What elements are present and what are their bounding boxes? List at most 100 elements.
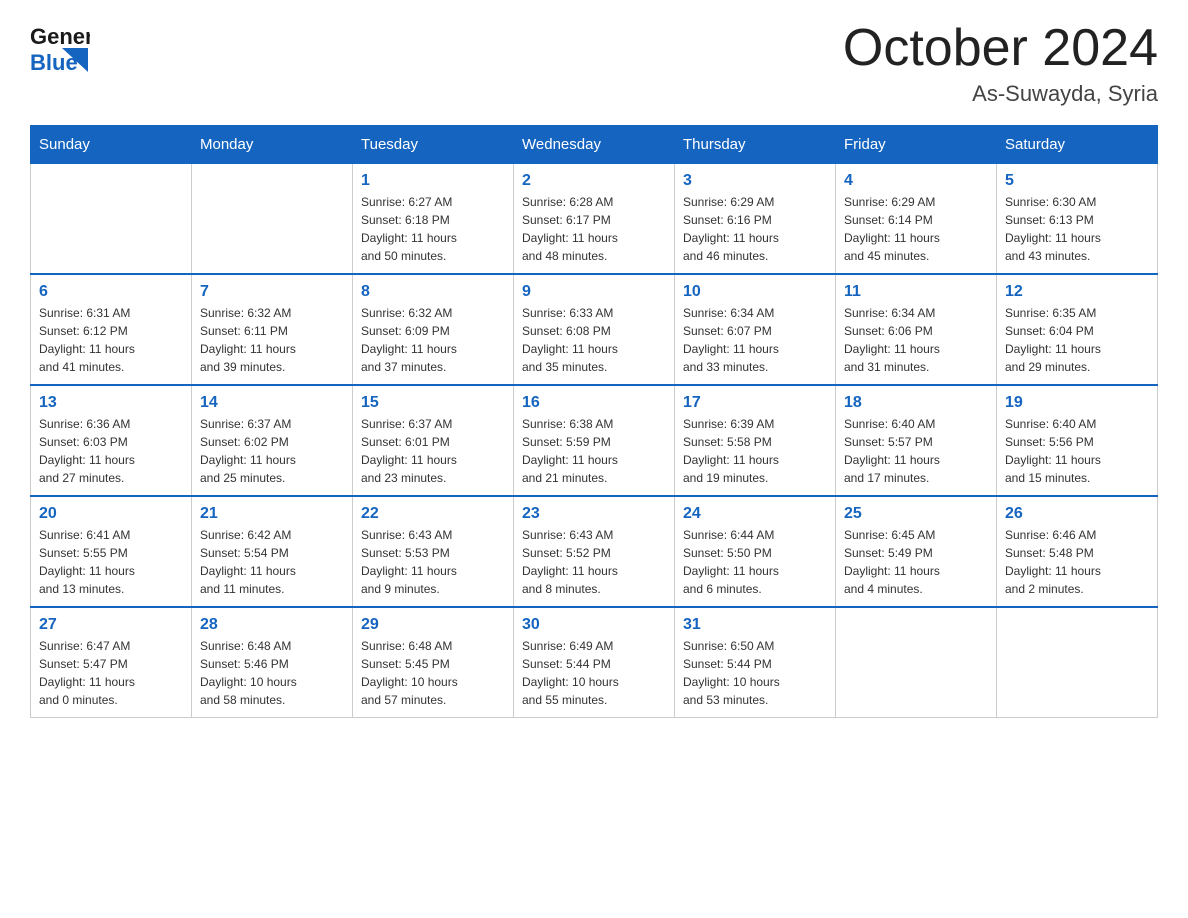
- day-number: 6: [39, 283, 183, 301]
- svg-text:Blue: Blue: [30, 50, 78, 75]
- calendar-cell: 10 Sunrise: 6:34 AM Sunset: 6:07 PM Dayli…: [675, 274, 836, 385]
- day-number: 31: [683, 616, 827, 634]
- day-info: Sunrise: 6:30 AM Sunset: 6:13 PM Dayligh…: [1005, 193, 1149, 265]
- calendar-cell: 19Sunrise: 6:40 AM Sunset: 5:56 PM Dayli…: [997, 385, 1158, 496]
- day-number: 29: [361, 616, 505, 634]
- calendar-cell: 27Sunrise: 6:47 AM Sunset: 5:47 PM Dayli…: [31, 607, 192, 718]
- calendar-cell: 5 Sunrise: 6:30 AM Sunset: 6:13 PM Daylig…: [997, 164, 1158, 275]
- logo: General Blue: [30, 20, 90, 80]
- calendar-cell: 11 Sunrise: 6:34 AM Sunset: 6:06 PM Dayli…: [836, 274, 997, 385]
- calendar-cell: 6 Sunrise: 6:31 AM Sunset: 6:12 PM Daylig…: [31, 274, 192, 385]
- month-title: October 2024: [843, 20, 1158, 77]
- day-number: 23: [522, 505, 666, 523]
- day-info: Sunrise: 6:40 AM Sunset: 5:56 PM Dayligh…: [1005, 415, 1149, 487]
- calendar-cell: 24Sunrise: 6:44 AM Sunset: 5:50 PM Dayli…: [675, 496, 836, 607]
- calendar-cell: 17 Sunrise: 6:39 AM Sunset: 5:58 PM Dayli…: [675, 385, 836, 496]
- calendar-cell: 9Sunrise: 6:33 AM Sunset: 6:08 PM Daylig…: [514, 274, 675, 385]
- calendar-cell: 12 Sunrise: 6:35 AM Sunset: 6:04 PM Dayli…: [997, 274, 1158, 385]
- day-info: Sunrise: 6:37 AM Sunset: 6:01 PM Dayligh…: [361, 415, 505, 487]
- day-number: 28: [200, 616, 344, 634]
- day-info: Sunrise: 6:31 AM Sunset: 6:12 PM Dayligh…: [39, 304, 183, 376]
- calendar-cell: [836, 607, 997, 718]
- day-info: Sunrise: 6:28 AM Sunset: 6:17 PM Dayligh…: [522, 193, 666, 265]
- day-info: Sunrise: 6:29 AM Sunset: 6:16 PM Dayligh…: [683, 193, 827, 265]
- calendar-table: SundayMondayTuesdayWednesdayThursdayFrid…: [30, 125, 1158, 718]
- day-info: Sunrise: 6:39 AM Sunset: 5:58 PM Dayligh…: [683, 415, 827, 487]
- calendar-cell: 2Sunrise: 6:28 AM Sunset: 6:17 PM Daylig…: [514, 164, 675, 275]
- day-info: Sunrise: 6:34 AM Sunset: 6:07 PM Dayligh…: [683, 304, 827, 376]
- day-number: 25: [844, 505, 988, 523]
- column-header-thursday: Thursday: [675, 126, 836, 164]
- day-number: 10: [683, 283, 827, 301]
- day-number: 1: [361, 172, 505, 190]
- day-number: 18: [844, 394, 988, 412]
- day-number: 24: [683, 505, 827, 523]
- calendar-cell: 21 Sunrise: 6:42 AM Sunset: 5:54 PM Dayli…: [192, 496, 353, 607]
- calendar-week-row: 1 Sunrise: 6:27 AM Sunset: 6:18 PM Daylig…: [31, 164, 1158, 275]
- day-info: Sunrise: 6:48 AM Sunset: 5:45 PM Dayligh…: [361, 637, 505, 709]
- day-info: Sunrise: 6:40 AM Sunset: 5:57 PM Dayligh…: [844, 415, 988, 487]
- column-header-saturday: Saturday: [997, 126, 1158, 164]
- day-info: Sunrise: 6:37 AM Sunset: 6:02 PM Dayligh…: [200, 415, 344, 487]
- calendar-week-row: 6 Sunrise: 6:31 AM Sunset: 6:12 PM Daylig…: [31, 274, 1158, 385]
- day-number: 5: [1005, 172, 1149, 190]
- day-info: Sunrise: 6:27 AM Sunset: 6:18 PM Dayligh…: [361, 193, 505, 265]
- column-header-tuesday: Tuesday: [353, 126, 514, 164]
- day-info: Sunrise: 6:46 AM Sunset: 5:48 PM Dayligh…: [1005, 526, 1149, 598]
- calendar-cell: 25 Sunrise: 6:45 AM Sunset: 5:49 PM Dayli…: [836, 496, 997, 607]
- day-number: 17: [683, 394, 827, 412]
- day-number: 20: [39, 505, 183, 523]
- day-info: Sunrise: 6:32 AM Sunset: 6:11 PM Dayligh…: [200, 304, 344, 376]
- day-number: 26: [1005, 505, 1149, 523]
- day-info: Sunrise: 6:34 AM Sunset: 6:06 PM Dayligh…: [844, 304, 988, 376]
- calendar-cell: 14 Sunrise: 6:37 AM Sunset: 6:02 PM Dayli…: [192, 385, 353, 496]
- day-info: Sunrise: 6:49 AM Sunset: 5:44 PM Dayligh…: [522, 637, 666, 709]
- page-header: General Blue October 2024 As-Suwayda, Sy…: [30, 20, 1158, 107]
- day-number: 14: [200, 394, 344, 412]
- column-header-monday: Monday: [192, 126, 353, 164]
- calendar-week-row: 20 Sunrise: 6:41 AM Sunset: 5:55 PM Dayli…: [31, 496, 1158, 607]
- day-number: 15: [361, 394, 505, 412]
- day-info: Sunrise: 6:43 AM Sunset: 5:53 PM Dayligh…: [361, 526, 505, 598]
- day-info: Sunrise: 6:41 AM Sunset: 5:55 PM Dayligh…: [39, 526, 183, 598]
- calendar-cell: 23 Sunrise: 6:43 AM Sunset: 5:52 PM Dayli…: [514, 496, 675, 607]
- calendar-cell: 8 Sunrise: 6:32 AM Sunset: 6:09 PM Daylig…: [353, 274, 514, 385]
- calendar-cell: 18 Sunrise: 6:40 AM Sunset: 5:57 PM Dayli…: [836, 385, 997, 496]
- day-info: Sunrise: 6:32 AM Sunset: 6:09 PM Dayligh…: [361, 304, 505, 376]
- day-number: 22: [361, 505, 505, 523]
- day-info: Sunrise: 6:38 AM Sunset: 5:59 PM Dayligh…: [522, 415, 666, 487]
- day-info: Sunrise: 6:50 AM Sunset: 5:44 PM Dayligh…: [683, 637, 827, 709]
- calendar-cell: 15 Sunrise: 6:37 AM Sunset: 6:01 PM Dayli…: [353, 385, 514, 496]
- calendar-cell: 29 Sunrise: 6:48 AM Sunset: 5:45 PM Dayli…: [353, 607, 514, 718]
- day-number: 21: [200, 505, 344, 523]
- calendar-cell: 26 Sunrise: 6:46 AM Sunset: 5:48 PM Dayli…: [997, 496, 1158, 607]
- day-number: 13: [39, 394, 183, 412]
- calendar-week-row: 27Sunrise: 6:47 AM Sunset: 5:47 PM Dayli…: [31, 607, 1158, 718]
- calendar-week-row: 13 Sunrise: 6:36 AM Sunset: 6:03 PM Dayli…: [31, 385, 1158, 496]
- day-info: Sunrise: 6:42 AM Sunset: 5:54 PM Dayligh…: [200, 526, 344, 598]
- day-info: Sunrise: 6:35 AM Sunset: 6:04 PM Dayligh…: [1005, 304, 1149, 376]
- day-number: 12: [1005, 283, 1149, 301]
- calendar-cell: 22 Sunrise: 6:43 AM Sunset: 5:53 PM Dayli…: [353, 496, 514, 607]
- calendar-cell: 3 Sunrise: 6:29 AM Sunset: 6:16 PM Daylig…: [675, 164, 836, 275]
- calendar-header-row: SundayMondayTuesdayWednesdayThursdayFrid…: [31, 126, 1158, 164]
- calendar-cell: 7Sunrise: 6:32 AM Sunset: 6:11 PM Daylig…: [192, 274, 353, 385]
- column-header-sunday: Sunday: [31, 126, 192, 164]
- column-header-wednesday: Wednesday: [514, 126, 675, 164]
- svg-text:General: General: [30, 24, 90, 49]
- day-number: 27: [39, 616, 183, 634]
- calendar-cell: [192, 164, 353, 275]
- calendar-cell: 30Sunrise: 6:49 AM Sunset: 5:44 PM Dayli…: [514, 607, 675, 718]
- calendar-cell: 20 Sunrise: 6:41 AM Sunset: 5:55 PM Dayli…: [31, 496, 192, 607]
- logo-icon: General Blue: [30, 20, 90, 75]
- day-number: 3: [683, 172, 827, 190]
- day-info: Sunrise: 6:45 AM Sunset: 5:49 PM Dayligh…: [844, 526, 988, 598]
- day-info: Sunrise: 6:43 AM Sunset: 5:52 PM Dayligh…: [522, 526, 666, 598]
- day-number: 9: [522, 283, 666, 301]
- calendar-cell: 31 Sunrise: 6:50 AM Sunset: 5:44 PM Dayli…: [675, 607, 836, 718]
- day-number: 11: [844, 283, 988, 301]
- title-area: October 2024 As-Suwayda, Syria: [843, 20, 1158, 107]
- day-number: 8: [361, 283, 505, 301]
- day-info: Sunrise: 6:36 AM Sunset: 6:03 PM Dayligh…: [39, 415, 183, 487]
- column-header-friday: Friday: [836, 126, 997, 164]
